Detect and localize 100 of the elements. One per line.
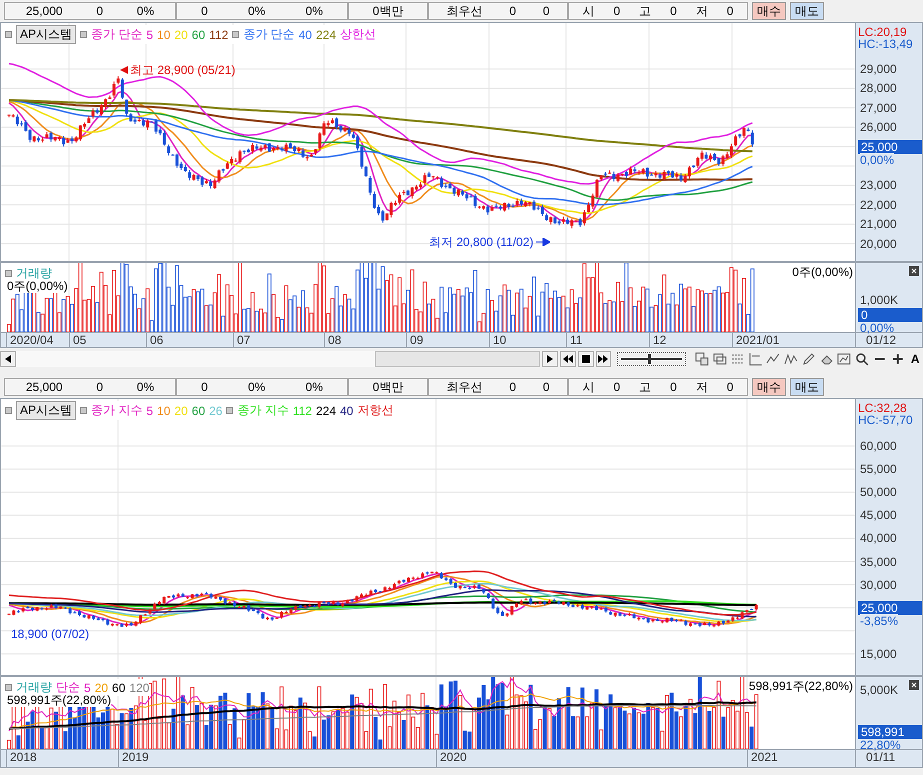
indicator-period: 60 (112, 680, 126, 694)
price-tick-label: 26,000 (860, 120, 897, 134)
indicator-period: 10 (157, 404, 170, 418)
quote-value: 0% (248, 4, 266, 18)
price-tick-label: 50,000 (860, 485, 897, 500)
price-tick-label: 55,000 (860, 462, 897, 476)
indicator-period: 224 (316, 28, 336, 42)
quote-value: 0 (542, 380, 550, 394)
indicator-label: 종가 지수 (91, 402, 142, 419)
volume-rate-label: 0,00% (860, 321, 894, 335)
volume-rate-label: 22,80% (860, 738, 901, 752)
indicator-period: 20 (174, 404, 188, 418)
quote-value: 0 (201, 4, 208, 18)
quote-value: 0% (248, 380, 266, 394)
volume-value-label: 598,991주(22,80%) (748, 679, 853, 693)
indicator-period: 20 (174, 28, 188, 42)
indicator-period: 40 (298, 28, 312, 42)
current-volume-badge: 598,991 (858, 725, 922, 739)
indicator-period: 40 (340, 404, 354, 418)
current-price-badge: 25,000 (858, 600, 922, 615)
quote-value: 25,000 (26, 4, 63, 18)
date-label: 2021/01 (732, 333, 780, 347)
indicator-label: 단순 (56, 679, 80, 695)
indicator-period: 상한선 (340, 26, 376, 43)
indicator-period: 10 (157, 28, 170, 42)
price-tick-label: 22,000 (860, 198, 897, 212)
quote-value: 0 (96, 380, 104, 394)
indicator-period: 120 (129, 680, 150, 694)
indicator-period: 20 (94, 680, 108, 694)
quote-value: 0 (726, 380, 734, 394)
quote-value: 0% (136, 4, 154, 18)
volume-tick-label: 1,000K (860, 293, 898, 307)
current-volume-badge: 0 (858, 308, 922, 322)
quote-value: 0 (509, 380, 516, 394)
end-date-label: 01/11 (866, 750, 896, 766)
price-tick-label: 27,000 (860, 100, 897, 115)
quote-value: 0 (613, 380, 620, 394)
quote-value: 25,000 (26, 380, 63, 394)
buy-button[interactable]: 매수 (752, 2, 786, 20)
indicator-period: 5 (84, 680, 91, 694)
date-label: 07 (233, 333, 250, 347)
indicator-period: 112 (209, 28, 228, 42)
system-button[interactable]: AP시스템 (16, 25, 76, 44)
price-tick-label: 29,000 (860, 62, 897, 76)
date-label: 2019 (118, 750, 149, 767)
buy-button[interactable]: 매수 (752, 378, 786, 396)
date-label: 2020/04 (6, 333, 54, 347)
price-tick-label: 40,000 (860, 531, 897, 546)
date-label: 06 (146, 333, 164, 347)
price-tick-label: 60,000 (860, 439, 897, 453)
date-label: 08 (324, 333, 342, 347)
price-tick-label: 28,000 (860, 81, 897, 96)
date-label: 09 (406, 333, 424, 347)
indicator-period: 26 (209, 404, 222, 418)
quote-value: 0 (542, 4, 550, 18)
quote-value: 0백만 (372, 378, 404, 396)
quote-value: 0 (670, 4, 677, 18)
price-annotation: 최고 28,900 (05/21) (120, 63, 236, 77)
price-tick-label: 21,000 (860, 217, 897, 232)
quote-value: 0 (613, 4, 620, 18)
price-tick-label: 15,000 (860, 646, 897, 661)
date-label: 05 (69, 333, 86, 347)
lc-label: LC:32,28 (858, 401, 907, 415)
font-button[interactable]: A (907, 351, 923, 367)
date-label: 2020 (436, 750, 467, 767)
indicator-label: 종가 단순 (243, 26, 295, 43)
volume-title: 거래량 (16, 265, 52, 281)
date-label: 10 (489, 333, 506, 347)
price-tick-label: 35,000 (860, 554, 897, 568)
indicator-period: 5 (146, 28, 154, 42)
quote-value: 0백만 (372, 2, 404, 20)
system-button[interactable]: AP시스템 (16, 401, 76, 420)
change-rate-label: 0,00% (860, 152, 894, 167)
price-tick-label: 23,000 (860, 178, 897, 192)
date-label: 2021 (747, 750, 778, 767)
quote-value: 0 (726, 4, 734, 18)
price-tick-label: 30,000 (860, 578, 897, 592)
indicator-period: 60 (192, 404, 206, 418)
indicator-label: 종가 단순 (91, 26, 142, 43)
change-rate-label: -3,85% (860, 614, 898, 628)
quote-value: 시 (582, 378, 594, 396)
quote-value: 0% (136, 380, 154, 394)
indicator-period: 112 (292, 404, 312, 418)
quote-value: 고 (639, 378, 652, 396)
price-annotation: 18,900 (07/02) (11, 627, 90, 641)
current-price-badge: 25,000 (858, 140, 922, 154)
price-tick-label: 20,000 (860, 236, 897, 251)
hc-label: HC:-57,70 (858, 413, 913, 427)
indicator-label: 종가 지수 (237, 402, 289, 419)
quote-value: 0% (306, 380, 323, 394)
sell-button[interactable]: 매도 (790, 2, 824, 20)
quote-value: 고 (639, 2, 652, 20)
sell-button[interactable]: 매도 (790, 378, 824, 396)
quote-value: 시 (582, 2, 594, 20)
indicator-period: 224 (316, 404, 336, 418)
quote-value: 0 (509, 4, 516, 18)
quote-value: 0% (306, 4, 323, 18)
quote-value: 저 (696, 378, 708, 396)
price-tick-label: 45,000 (860, 508, 897, 522)
date-label: 12 (649, 333, 666, 347)
